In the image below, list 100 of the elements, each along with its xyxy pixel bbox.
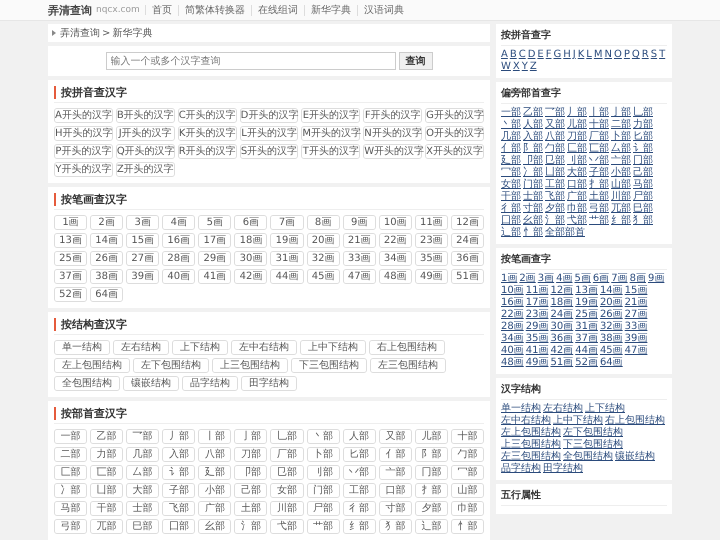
filter-button[interactable]: 15画	[126, 233, 160, 248]
filter-button[interactable]: 入部	[162, 447, 196, 462]
sidebar-link[interactable]: 艹部	[589, 215, 609, 227]
filter-button[interactable]: 川部	[270, 501, 304, 516]
filter-button[interactable]: 28画	[162, 251, 196, 266]
sidebar-link[interactable]: 36画	[550, 333, 574, 345]
sidebar-link[interactable]: 扌部	[589, 179, 609, 191]
filter-button[interactable]: D开头的汉字	[240, 108, 298, 123]
sidebar-link[interactable]: 一部	[501, 107, 521, 119]
sidebar-link[interactable]: 小部	[611, 167, 631, 179]
filter-button[interactable]: 5画	[198, 215, 232, 230]
sidebar-link[interactable]: 34画	[501, 333, 524, 345]
filter-button[interactable]: 26画	[90, 251, 124, 266]
filter-button[interactable]: 44画	[270, 269, 304, 284]
sidebar-link[interactable]: 力部	[633, 119, 653, 131]
filter-button[interactable]: 儿部	[414, 429, 448, 444]
sidebar-link[interactable]: P	[624, 49, 630, 61]
sidebar-link[interactable]: 夕部	[545, 203, 565, 215]
sidebar-link[interactable]: 左三包围结构	[501, 451, 561, 463]
sidebar-link[interactable]: 左上包围结构	[501, 427, 561, 439]
filter-button[interactable]: 24画	[450, 233, 484, 248]
sidebar-link[interactable]: B	[510, 49, 517, 61]
filter-button[interactable]: 力部	[90, 447, 124, 462]
filter-button[interactable]: 镶嵌结构	[123, 376, 179, 391]
sidebar-link[interactable]: 14画	[600, 285, 623, 297]
filter-button[interactable]: 艹部	[306, 519, 340, 534]
filter-button[interactable]: 扌部	[414, 483, 448, 498]
sidebar-link[interactable]: 马部	[633, 179, 653, 191]
filter-button[interactable]: 幺部	[198, 519, 232, 534]
sidebar-link[interactable]: 18画	[550, 297, 574, 309]
sidebar-link[interactable]: 15画	[624, 285, 648, 297]
sidebar-link[interactable]: 35画	[526, 333, 548, 345]
sidebar-link[interactable]: 儿部	[567, 119, 587, 131]
filter-button[interactable]: Z开头的汉字	[116, 162, 175, 177]
filter-button[interactable]: 30画	[234, 251, 268, 266]
filter-button[interactable]: S开头的汉字	[240, 144, 298, 159]
sidebar-link[interactable]: 左下包围结构	[563, 427, 623, 439]
sidebar-link[interactable]: 丨部	[589, 107, 609, 119]
filter-button[interactable]: 64画	[90, 287, 124, 302]
filter-button[interactable]: 23画	[414, 233, 448, 248]
filter-button[interactable]: 27画	[126, 251, 160, 266]
filter-button[interactable]: 48画	[378, 269, 412, 284]
filter-button[interactable]: 左三包围结构	[370, 358, 446, 373]
filter-button[interactable]: 31画	[270, 251, 304, 266]
filter-button[interactable]: 亠部	[378, 465, 412, 480]
sidebar-link[interactable]: 匸部	[589, 143, 609, 155]
filter-button[interactable]: 马部	[54, 501, 88, 516]
sidebar-link[interactable]: 上下结构	[585, 403, 625, 415]
filter-button[interactable]: 2画	[90, 215, 124, 230]
sidebar-link[interactable]: 丷部	[589, 155, 609, 167]
filter-button[interactable]: 兀部	[90, 519, 124, 534]
sidebar-link[interactable]: 37画	[575, 333, 598, 345]
sidebar-link[interactable]: Z	[530, 61, 537, 73]
filter-button[interactable]: 丨部	[198, 429, 232, 444]
sidebar-link[interactable]: J	[572, 49, 576, 61]
filter-button[interactable]: 匸部	[90, 465, 124, 480]
sidebar-link[interactable]: 丶部	[501, 119, 521, 131]
search-field[interactable]: 输入一个或多个汉字查询	[106, 52, 396, 70]
sidebar-link[interactable]: 20画	[600, 297, 623, 309]
sidebar-link[interactable]: 门部	[523, 179, 543, 191]
sidebar-link[interactable]: 子部	[589, 167, 609, 179]
sidebar-link[interactable]: 十部	[589, 119, 609, 131]
filter-button[interactable]: J开头的汉字	[116, 126, 175, 141]
sidebar-link[interactable]: 44画	[575, 345, 598, 357]
sidebar-link[interactable]: F	[546, 49, 552, 61]
filter-button[interactable]: 凵部	[90, 483, 124, 498]
filter-button[interactable]: 10画	[378, 215, 412, 230]
breadcrumb-item[interactable]: 新华字典	[112, 26, 152, 40]
filter-button[interactable]: 40画	[162, 269, 196, 284]
filter-button[interactable]: 13画	[54, 233, 88, 248]
sidebar-link[interactable]: 镶嵌结构	[615, 451, 655, 463]
filter-button[interactable]: O开头的汉字	[425, 126, 484, 141]
filter-button[interactable]: Q开头的汉字	[116, 144, 175, 159]
filter-button[interactable]: 亻部	[378, 447, 412, 462]
filter-button[interactable]: 38画	[90, 269, 124, 284]
sidebar-link[interactable]: 12画	[550, 285, 574, 297]
sidebar-link[interactable]: 己部	[633, 167, 653, 179]
filter-button[interactable]: 山部	[450, 483, 484, 498]
sidebar-link[interactable]: 21画	[624, 297, 648, 309]
filter-button[interactable]: 土部	[234, 501, 268, 516]
filter-button[interactable]: 子部	[162, 483, 196, 498]
filter-button[interactable]: 小部	[198, 483, 232, 498]
filter-button[interactable]: 11画	[414, 215, 448, 230]
sidebar-link[interactable]: 39画	[624, 333, 648, 345]
filter-button[interactable]: C开头的汉字	[178, 108, 237, 123]
sidebar-link[interactable]: 士部	[523, 191, 543, 203]
sidebar-link[interactable]: 忄部	[523, 227, 543, 239]
filter-button[interactable]: P开头的汉字	[54, 144, 113, 159]
filter-button[interactable]: 田字结构	[241, 376, 297, 391]
filter-button[interactable]: 34画	[378, 251, 412, 266]
filter-button[interactable]: 口部	[378, 483, 412, 498]
sidebar-link[interactable]: 亻部	[501, 143, 521, 155]
sidebar-link[interactable]: 二部	[611, 119, 631, 131]
sidebar-link[interactable]: 刀部	[567, 131, 587, 143]
sidebar-link[interactable]: M	[594, 49, 603, 61]
sidebar-link[interactable]: 45画	[600, 345, 623, 357]
sidebar-link[interactable]: 上中下结构	[553, 415, 603, 427]
filter-button[interactable]: 厶部	[126, 465, 160, 480]
sidebar-link[interactable]: 亠部	[611, 155, 631, 167]
sidebar-link[interactable]: 9画	[648, 273, 664, 285]
